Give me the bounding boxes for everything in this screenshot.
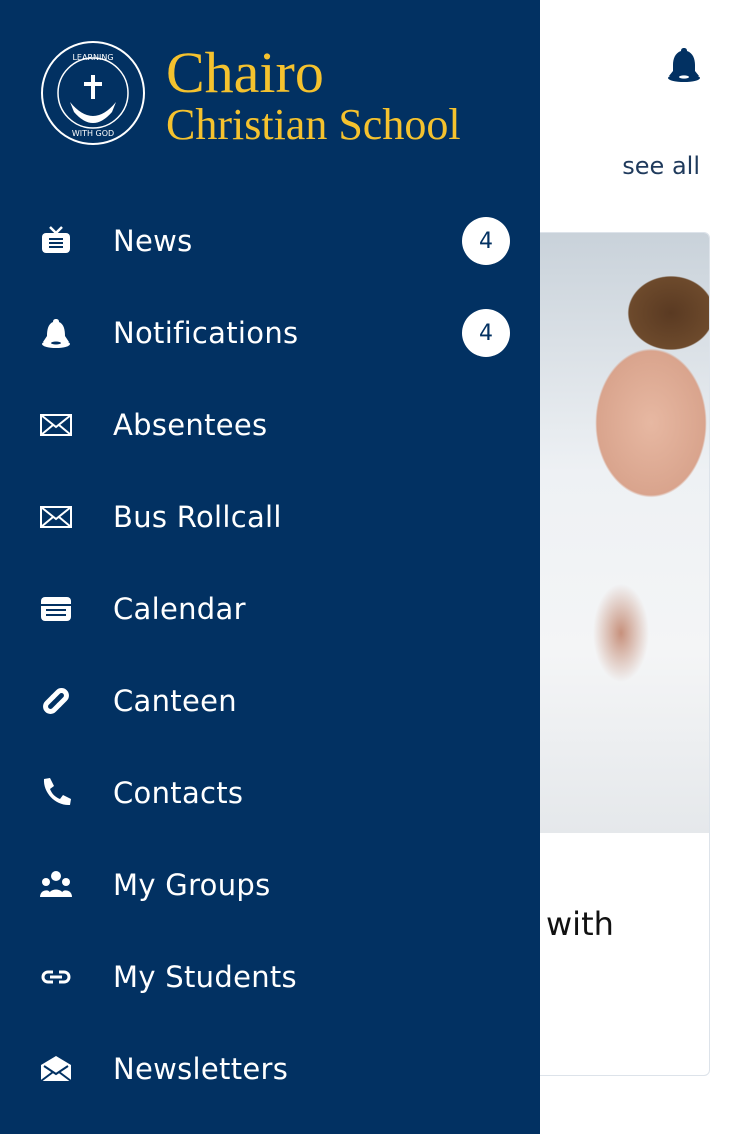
nav-item-canteen[interactable]: Canteen [0,655,540,747]
svg-text:WITH GOD: WITH GOD [72,129,114,138]
nav-item-label: News [113,224,193,258]
nav-item-label: Notifications [113,316,299,350]
nav-item-label: Newsletters [113,1052,289,1086]
school-name-line2: Christian School [166,100,461,149]
bell-icon [42,319,70,348]
nav-item-label: Contacts [113,776,244,810]
nav-item-label: Canteen [113,684,237,718]
nav-item-my-groups[interactable]: My Groups [0,839,540,931]
envelope-icon [40,414,72,436]
nav-item-label: My Groups [113,868,271,902]
nav-item-notifications[interactable]: Notifications 4 [0,287,540,379]
nav-item-label: Calendar [113,592,246,626]
group-icon [40,871,72,897]
notifications-count-badge: 4 [462,309,510,357]
news-count-badge: 4 [462,217,510,265]
tv-icon [42,226,70,253]
school-seal-icon: LEARNING WITH GOD [41,41,145,145]
navigation-drawer: LEARNING WITH GOD Chairo Christian Schoo… [0,0,540,1134]
phone-icon [43,778,71,806]
svg-text:LEARNING: LEARNING [72,53,113,62]
school-logo: LEARNING WITH GOD Chairo Christian Schoo… [40,40,510,150]
see-all-link[interactable]: see all [622,152,700,180]
nav-item-calendar[interactable]: Calendar [0,563,540,655]
nav-item-contacts[interactable]: Contacts [0,747,540,839]
link-icon [41,970,71,984]
nav-item-news[interactable]: News 4 [0,195,540,287]
nav-item-label: Bus Rollcall [113,500,282,534]
nav-item-newsletters[interactable]: Newsletters [0,1023,540,1115]
nav-item-label: My Students [113,960,297,994]
calendar-icon [41,597,71,621]
envelope-icon [40,506,72,528]
nav-item-bus-rollcall[interactable]: Bus Rollcall [0,471,540,563]
bell-icon[interactable] [666,46,702,84]
nav-item-absentees[interactable]: Absentees [0,379,540,471]
school-name-line1: Chairo [166,40,324,105]
envelope-open-icon [40,1056,72,1082]
link-icon [43,688,69,714]
nav-item-label: Absentees [113,408,268,442]
nav-item-my-students[interactable]: My Students [0,931,540,1023]
news-card-title: with [546,905,614,943]
